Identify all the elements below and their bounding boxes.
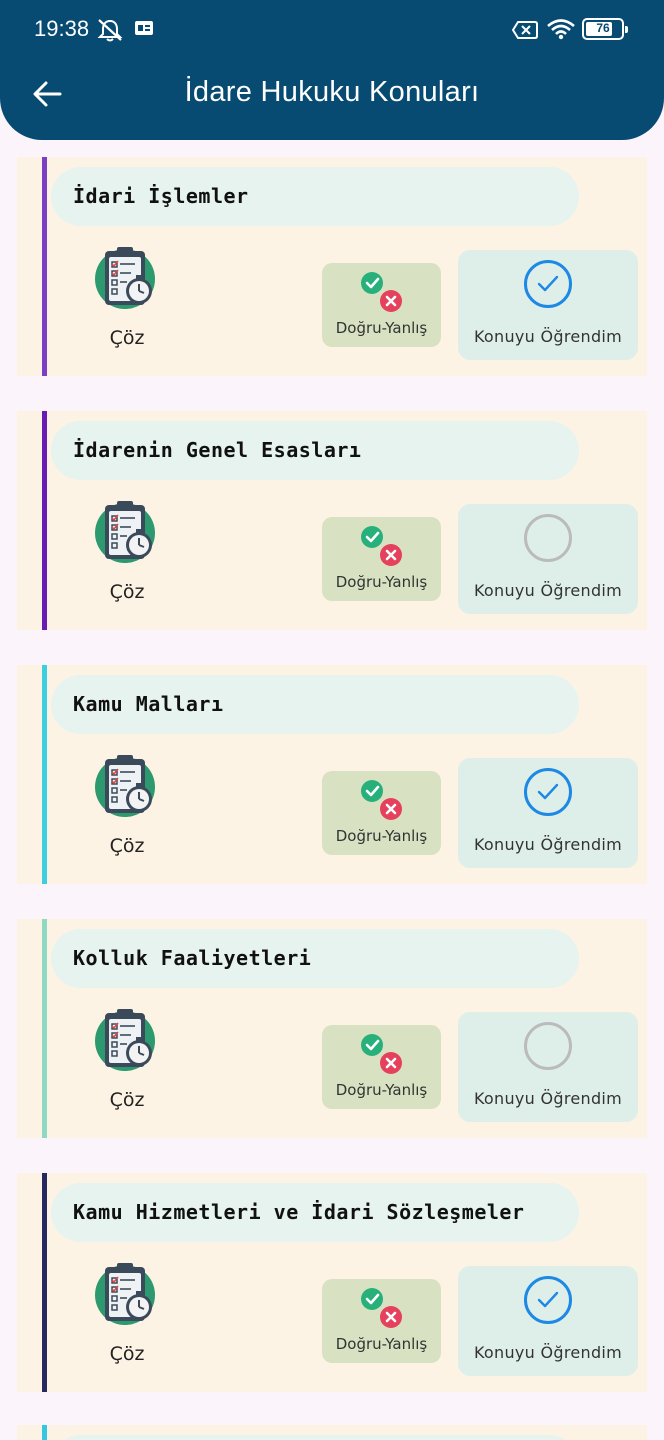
battery-level: 76: [596, 21, 610, 35]
solve-label: Çöz: [109, 581, 145, 603]
topic-title: İdarenin Genel Esasları: [51, 421, 579, 480]
clipboard-quiz-icon: [95, 247, 155, 309]
accent-bar: [42, 919, 47, 1138]
true-false-button[interactable]: Doğru-Yanlış: [322, 263, 441, 347]
topic-card-4: Kamu Hizmetleri ve İdari Sözleşmeler Çöz…: [17, 1173, 647, 1392]
wifi-icon: [547, 19, 575, 40]
clipboard-quiz-icon: [95, 755, 155, 817]
true-false-label: Doğru-Yanlış: [335, 1081, 428, 1099]
solve-label: Çöz: [109, 1343, 145, 1365]
topic-title: İdari İşlemler: [51, 167, 579, 226]
topic-card-partial: [17, 1425, 647, 1440]
learned-toggle[interactable]: Konuyu Öğrendim: [458, 758, 638, 868]
solve-button[interactable]: Çöz: [85, 1257, 169, 1365]
solve-button[interactable]: Çöz: [85, 495, 169, 603]
true-false-label: Doğru-Yanlış: [335, 827, 428, 845]
clipboard-quiz-icon: [95, 1263, 155, 1325]
solve-label: Çöz: [109, 835, 145, 857]
true-false-button[interactable]: Doğru-Yanlış: [322, 771, 441, 855]
learned-toggle[interactable]: Konuyu Öğrendim: [458, 504, 638, 614]
solve-label: Çöz: [109, 327, 145, 349]
topic-list: İdari İşlemler Çöz Doğru-Yanlış Konuyu Ö…: [17, 157, 647, 1427]
topic-card-0: İdari İşlemler Çöz Doğru-Yanlış Konuyu Ö…: [17, 157, 647, 376]
vibrate-off-icon: [97, 19, 123, 42]
topic-title: Kolluk Faaliyetleri: [51, 929, 579, 988]
true-false-icon: [361, 272, 402, 312]
learned-label: Konuyu Öğrendim: [473, 327, 623, 346]
true-false-label: Doğru-Yanlış: [335, 573, 428, 591]
learned-check-icon: [524, 514, 572, 562]
topic-card-1: İdarenin Genel Esasları Çöz Doğru-Yanlış…: [17, 411, 647, 630]
learned-label: Konuyu Öğrendim: [473, 1089, 623, 1108]
learned-check-icon: [524, 1022, 572, 1070]
battery-icon: 76: [582, 18, 628, 40]
true-false-icon: [361, 1034, 402, 1074]
accent-bar: [42, 665, 47, 884]
true-false-icon: [361, 1288, 402, 1328]
accent-bar: [42, 1173, 47, 1392]
page-title: İdare Hukuku Konuları: [184, 76, 480, 108]
learned-check-icon: [524, 1276, 572, 1324]
true-false-icon: [361, 526, 402, 566]
topic-title: Kamu Hizmetleri ve İdari Sözleşmeler: [51, 1183, 579, 1242]
true-false-icon: [361, 780, 402, 820]
solve-button[interactable]: Çöz: [85, 749, 169, 857]
true-false-label: Doğru-Yanlış: [335, 319, 428, 337]
learned-check-icon: [524, 260, 572, 308]
learned-toggle[interactable]: Konuyu Öğrendim: [458, 1266, 638, 1376]
clipboard-quiz-icon: [95, 1009, 155, 1071]
topic-card-3: Kolluk Faaliyetleri Çöz Doğru-Yanlış Kon…: [17, 919, 647, 1138]
status-bar: 19:38 76: [0, 0, 664, 58]
sim-card-icon: [135, 21, 153, 35]
status-time: 19:38: [34, 16, 90, 41]
learned-check-icon: [524, 768, 572, 816]
topic-title: Kamu Malları: [51, 675, 579, 734]
true-false-label: Doğru-Yanlış: [335, 1335, 428, 1353]
no-signal-icon: [512, 21, 538, 39]
learned-label: Konuyu Öğrendim: [473, 1343, 623, 1362]
learned-label: Konuyu Öğrendim: [473, 835, 623, 854]
solve-button[interactable]: Çöz: [85, 1003, 169, 1111]
accent-bar: [42, 157, 47, 376]
app-bar: 19:38 76 İdare Hukuku Konuları: [0, 0, 664, 140]
clipboard-quiz-icon: [95, 501, 155, 563]
learned-toggle[interactable]: Konuyu Öğrendim: [458, 250, 638, 360]
true-false-button[interactable]: Doğru-Yanlış: [322, 1279, 441, 1363]
true-false-button[interactable]: Doğru-Yanlış: [322, 1025, 441, 1109]
accent-bar: [42, 411, 47, 630]
learned-toggle[interactable]: Konuyu Öğrendim: [458, 1012, 638, 1122]
solve-button[interactable]: Çöz: [85, 241, 169, 349]
solve-label: Çöz: [109, 1089, 145, 1111]
learned-label: Konuyu Öğrendim: [473, 581, 623, 600]
true-false-button[interactable]: Doğru-Yanlış: [322, 517, 441, 601]
topic-card-2: Kamu Malları Çöz Doğru-Yanlış Konuyu Öğr…: [17, 665, 647, 884]
